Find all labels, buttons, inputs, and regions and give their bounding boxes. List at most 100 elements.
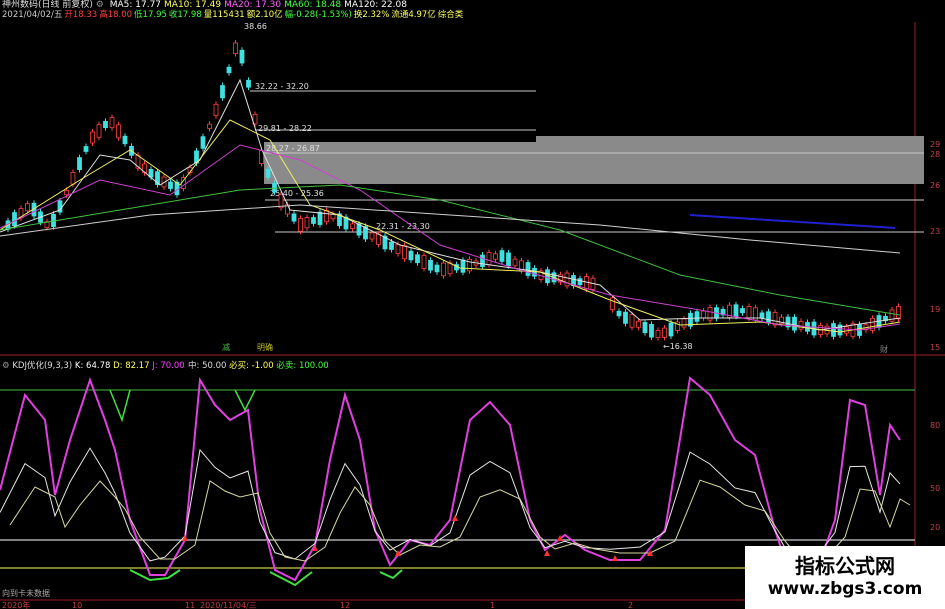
candle-body: [389, 241, 394, 250]
candle-body: [460, 259, 466, 273]
candle-body: [441, 262, 446, 277]
kdj-k-value: K: 64.78: [74, 361, 111, 371]
range-label: 25.40 - 25.36: [270, 189, 324, 198]
candle-body: [844, 326, 849, 334]
kdj-sell-value: 必卖: 100.00: [276, 361, 329, 371]
candle-body: [447, 262, 453, 275]
kdj-mid-value: 中: 50.00: [188, 361, 227, 371]
candle-body: [545, 269, 550, 284]
candle-body: [350, 223, 355, 230]
price-panel: 32.22 - 32.20 29.81 - 28.22 28.27 - 26.87 2…: [0, 22, 940, 354]
candle-body: [304, 217, 310, 229]
candle-body: [649, 323, 654, 338]
candle-body: [220, 85, 225, 99]
candle-body: [792, 316, 797, 331]
buy-signal-arrow: [612, 555, 618, 561]
candle-body: [116, 124, 121, 139]
blue-trend-line: [689, 214, 896, 229]
watermark: 指标公式网 www.zbgs3.com: [745, 546, 945, 609]
range-label: 28.27 - 26.87: [266, 144, 320, 153]
candle-body: [291, 213, 297, 222]
status-text: 向到卡未数据: [2, 589, 50, 598]
price-axis-label: 15: [930, 343, 940, 352]
kdj-overbought-segment: [234, 389, 256, 412]
price-axis-label: 26: [930, 181, 940, 190]
candle-body: [265, 168, 271, 178]
stock-chart[interactable]: 32.22 - 32.20 29.81 - 28.22 28.27 - 26.87 2…: [0, 0, 945, 609]
candle-body: [376, 233, 381, 245]
kdj-buy-value: 必买: -1.00: [229, 361, 274, 371]
candle-body: [324, 210, 329, 223]
candle-body: [499, 250, 505, 262]
candle-body: [421, 255, 427, 269]
candle-body: [83, 146, 89, 152]
event-marker: 减: [222, 342, 230, 352]
candle-body: [70, 171, 76, 185]
candle-body: [486, 252, 492, 266]
candle-body: [493, 253, 498, 260]
candle-body: [226, 66, 232, 74]
time-axis-label: 12: [340, 601, 350, 609]
candle-body: [369, 232, 375, 240]
candle-body: [642, 321, 648, 334]
candle-body: [681, 318, 687, 328]
kdj-k-line: [0, 447, 901, 562]
kdj-axis-label: 80: [930, 421, 940, 430]
candle-body: [213, 103, 219, 117]
candle-body: [428, 259, 433, 271]
time-axis-label: 2: [628, 601, 633, 609]
watermark-url: www.zbgs3.com: [767, 579, 923, 599]
candle-body: [434, 264, 440, 273]
price-axis-label: 19: [930, 305, 940, 314]
candle-body: [246, 79, 251, 88]
candle-body: [759, 312, 765, 319]
resistance-zone: [536, 136, 924, 144]
candle-body: [766, 311, 771, 323]
candle-body: [402, 245, 407, 260]
candle-body: [662, 327, 667, 338]
candle-body: [616, 310, 622, 317]
candle-body: [610, 297, 615, 311]
candle-body: [395, 244, 401, 254]
ma60-line: [0, 184, 901, 316]
ma120-line: [0, 204, 901, 254]
candle-body: [629, 314, 635, 328]
candle-body: [668, 322, 674, 337]
kdj-title: KDJ优化(9,3,3): [12, 361, 73, 371]
kdj-j-value: J: 70.00: [152, 361, 185, 371]
candle-body: [577, 278, 583, 286]
candle-body: [109, 117, 115, 129]
time-axis-label: 11: [185, 601, 195, 609]
kdj-axis-label: 50: [930, 484, 940, 493]
candle-body: [207, 123, 212, 129]
low-price-label: ←16.38: [663, 342, 693, 351]
time-axis-label: 2020年: [2, 600, 30, 609]
candle-body: [298, 218, 303, 232]
kdj-overbought-segment: [109, 389, 131, 423]
candle-body: [64, 189, 69, 196]
candle-body: [798, 320, 804, 330]
candle-body: [701, 310, 706, 319]
buy-signal-arrow: [452, 515, 458, 521]
kdj-header: ⚙ KDJ优化(9,3,3) K: 64.78 D: 82.17 J: 70.0…: [2, 359, 185, 371]
candle-body: [415, 254, 420, 264]
event-marker: 明确: [257, 342, 273, 352]
candle-body: [746, 306, 752, 319]
candle-body: [233, 42, 238, 55]
candle-body: [239, 49, 245, 64]
candle-body: [636, 320, 641, 328]
candle-body: [740, 308, 745, 314]
price-axis-label: 29: [930, 140, 940, 149]
candle-body: [96, 124, 102, 138]
candle-body: [512, 258, 518, 267]
candle-body: [772, 312, 778, 326]
gear-icon[interactable]: ⚙: [2, 361, 10, 371]
candle-body: [655, 329, 661, 339]
candle-body: [122, 135, 128, 145]
candle-body: [733, 304, 739, 317]
range-label: 22.31 - 23.30: [376, 222, 430, 231]
candle-body: [480, 254, 485, 268]
candle-body: [90, 131, 95, 144]
range-label: 29.81 - 28.22: [258, 124, 312, 133]
candle-body: [311, 217, 316, 224]
